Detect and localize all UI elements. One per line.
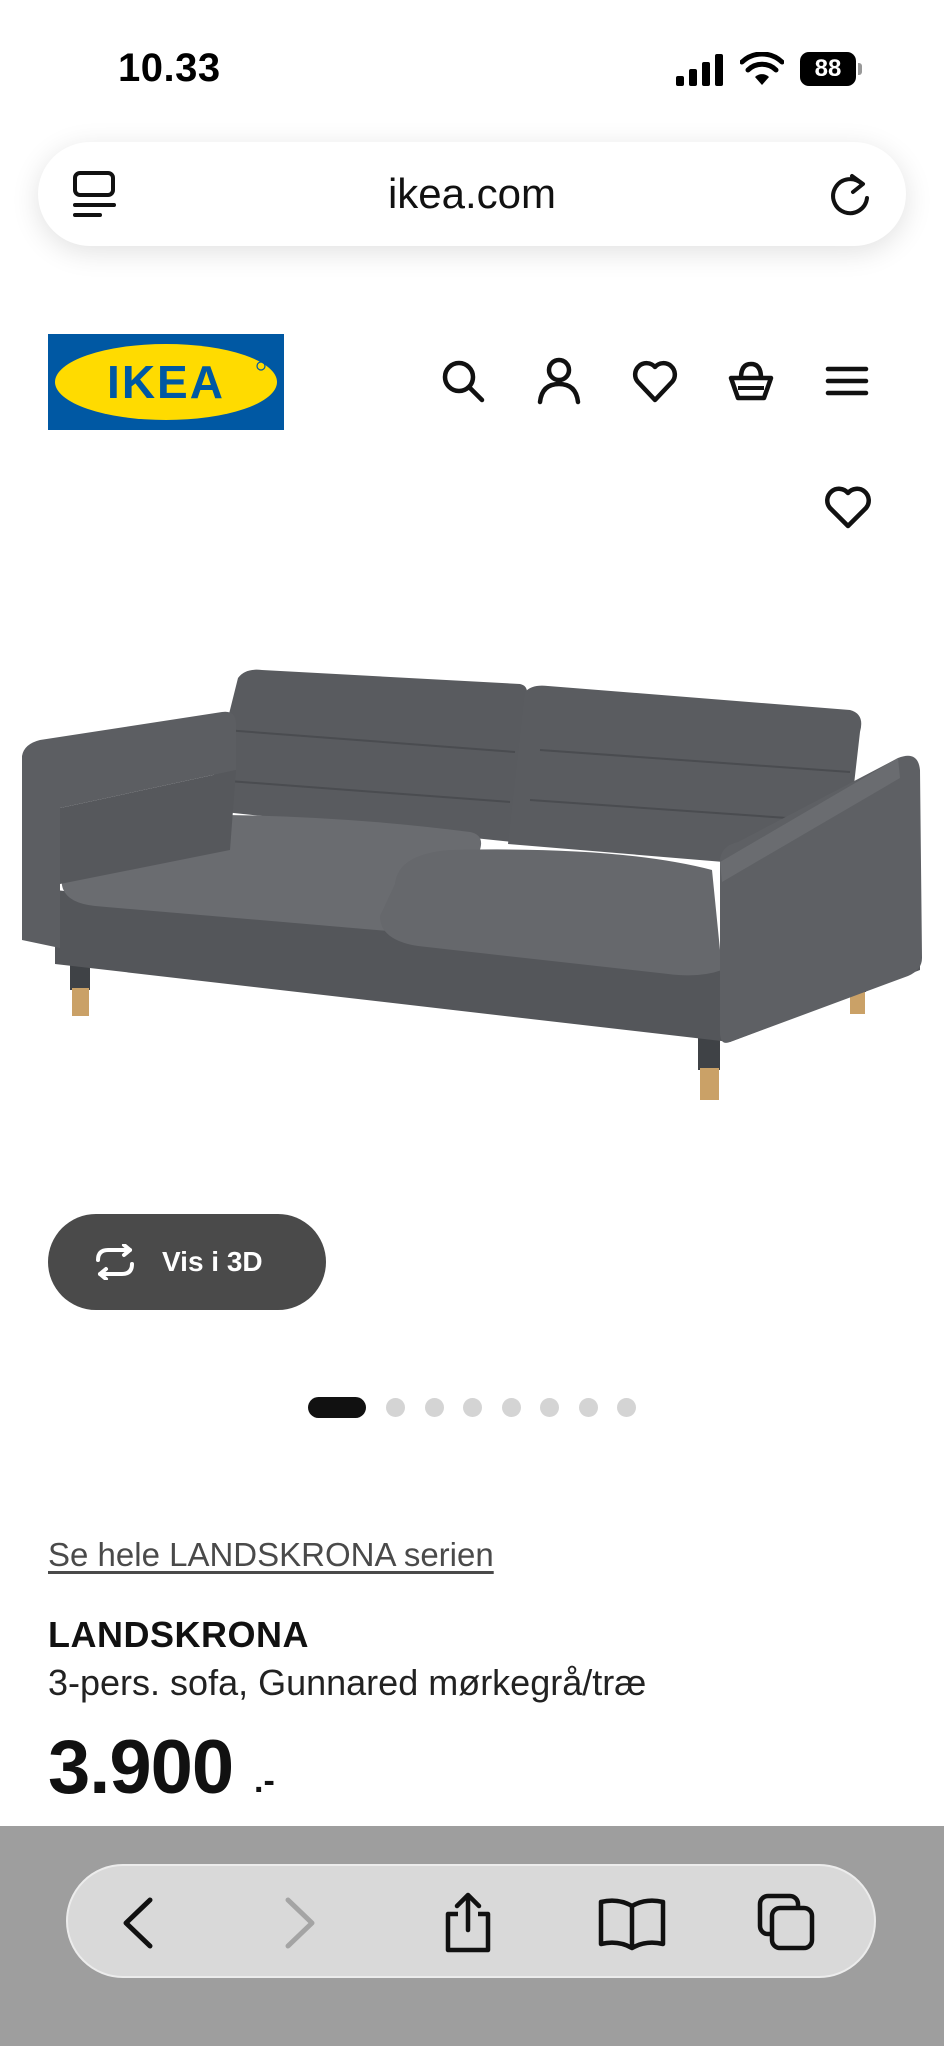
carousel-dot-active[interactable] bbox=[308, 1397, 366, 1418]
carousel-dot[interactable] bbox=[617, 1398, 636, 1417]
share-icon[interactable] bbox=[438, 1892, 498, 1954]
status-bar: 10.33 88 bbox=[0, 0, 944, 140]
carousel-dot[interactable] bbox=[540, 1398, 559, 1417]
product-price: 3.900 bbox=[48, 1725, 234, 1810]
svg-text:IKEA: IKEA bbox=[107, 356, 225, 408]
ikea-logo[interactable]: IKEA bbox=[48, 334, 284, 430]
carousel-dot[interactable] bbox=[579, 1398, 598, 1417]
heart-icon[interactable] bbox=[632, 356, 678, 406]
browser-bottom-area bbox=[0, 1826, 944, 2046]
reader-icon[interactable] bbox=[72, 170, 118, 220]
back-icon[interactable] bbox=[110, 1892, 170, 1954]
address-bar[interactable]: ikea.com bbox=[38, 142, 906, 246]
battery-level: 88 bbox=[814, 55, 842, 82]
browser-toolbar bbox=[66, 1864, 876, 1978]
status-time: 10.33 bbox=[118, 46, 221, 90]
product-name: LANDSKRONA bbox=[48, 1614, 309, 1655]
carousel-dot[interactable] bbox=[386, 1398, 405, 1417]
carousel-dot[interactable] bbox=[463, 1398, 482, 1417]
url-text[interactable]: ikea.com bbox=[38, 142, 906, 246]
forward-icon[interactable] bbox=[268, 1892, 328, 1954]
favourite-product-icon[interactable] bbox=[824, 484, 872, 530]
rotate-3d-icon bbox=[96, 1244, 134, 1280]
series-link[interactable]: Se hele LANDSKRONA serien bbox=[48, 1536, 494, 1574]
battery-indicator: 88 bbox=[800, 52, 862, 86]
reload-icon[interactable] bbox=[826, 170, 874, 220]
search-icon[interactable] bbox=[440, 356, 486, 406]
view-3d-button[interactable]: Vis i 3D bbox=[48, 1214, 326, 1310]
basket-icon[interactable] bbox=[728, 356, 774, 406]
product-description: 3-pers. sofa, Gunnared mørkegrå/træ bbox=[48, 1662, 647, 1703]
view-3d-label: Vis i 3D bbox=[162, 1246, 263, 1277]
tabs-icon[interactable] bbox=[756, 1892, 816, 1954]
cellular-signal-icon bbox=[676, 54, 723, 86]
carousel-dot[interactable] bbox=[425, 1398, 444, 1417]
carousel-dot[interactable] bbox=[502, 1398, 521, 1417]
user-icon[interactable] bbox=[536, 356, 582, 406]
bookmarks-icon[interactable] bbox=[596, 1892, 668, 1954]
price-suffix: .- bbox=[254, 1762, 275, 1800]
menu-icon[interactable] bbox=[824, 356, 870, 406]
wifi-icon bbox=[740, 52, 784, 85]
product-image[interactable] bbox=[0, 640, 944, 1120]
